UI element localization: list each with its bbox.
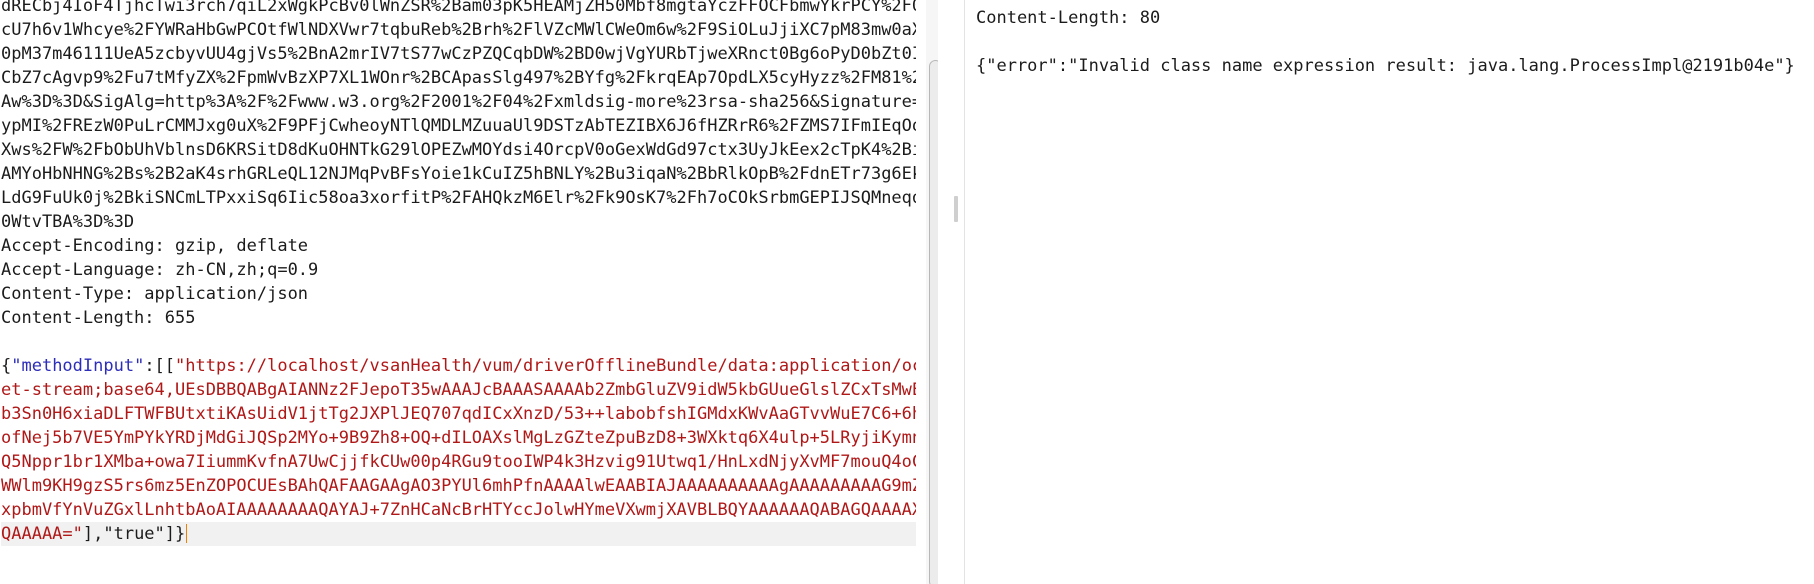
header-accept-language: Accept-Language: zh-CN,zh;q=0.9 bbox=[1, 260, 319, 280]
response-body: {"error":"Invalid class name expression … bbox=[976, 56, 1795, 76]
scrollbar-thumb[interactable] bbox=[929, 60, 938, 584]
response-text: Content-Length: 80 {"error":"Invalid cla… bbox=[976, 6, 1811, 78]
pane-splitter[interactable] bbox=[948, 0, 964, 584]
request-line: LdG9FuUk0j%2BkiSNCmLTPxxiSq6Iic58oa3xorf… bbox=[1, 188, 916, 208]
json-body-last-line: QAAAAA="],"true"]} bbox=[1, 522, 916, 546]
json-array-close: ],"true"]} bbox=[82, 524, 186, 544]
header-content-type: Content-Type: application/json bbox=[1, 284, 309, 304]
json-string-value: b3Sn0H6xiaDLFTWFBUtxtiKAsUidV1jtTg2JXPlJ… bbox=[1, 404, 916, 424]
json-string-value: xpbmVfYnVuZGxlLnhtbAoAIAAAAAAAAQAYAJ+7Zn… bbox=[1, 500, 916, 520]
header-accept-encoding: Accept-Encoding: gzip, deflate bbox=[1, 236, 309, 256]
request-line: ypMI%2FREzW0PuLrCMMJxg0uX%2F9PFjCwheoyNT… bbox=[1, 116, 916, 136]
text-caret bbox=[186, 524, 188, 543]
splitter-grip-icon[interactable] bbox=[954, 196, 958, 222]
response-header-content-length: Content-Length: 80 bbox=[976, 8, 1161, 28]
response-viewer[interactable]: Content-Length: 80 {"error":"Invalid cla… bbox=[964, 0, 1814, 584]
json-array-open: :[[ bbox=[144, 356, 176, 376]
request-line: Xws%2FW%2FbObUhVblnsD6KRSitD8dKuOHNTkG29… bbox=[1, 140, 916, 160]
json-string-value: Q5Nppr1br1XMba+owa7IiummKvfnA7UwCjjfkCUw… bbox=[1, 452, 916, 472]
request-line: cU7h6v1Whcye%2FYWRaHbGwPCOtfWlNDXVwr7tqb… bbox=[1, 20, 916, 40]
request-line: AMYoHbNHNG%2Bs%2B2aK4srhGRLeQL12NJMqPvBF… bbox=[1, 164, 916, 184]
json-body-line: {"methodInput":[["https://localhost/vsan… bbox=[1, 354, 916, 378]
json-string-value: QAAAAA=" bbox=[1, 524, 83, 544]
vertical-scrollbar[interactable] bbox=[926, 0, 938, 584]
json-string-value: ofNej5b7VE5YmPYkYRDjMdGiJQSp2MYo+9B9Zh8+… bbox=[1, 428, 916, 448]
json-open-brace: { bbox=[1, 356, 12, 376]
request-line: CbZ7cAgvp9%2Fu7tMfyZX%2FpmWvBzXP7XL1WOnr… bbox=[1, 68, 916, 88]
request-line: 0pM37m46111UeA5zcbyvUU4gjVs5%2BnA2mrIV7t… bbox=[1, 44, 916, 64]
request-text: dRECbj4IoF4TjhcTwi3rch7qiL2xWgkPcBv0lWnZ… bbox=[1, 0, 916, 546]
request-editor[interactable]: dRECbj4IoF4TjhcTwi3rch7qiL2xWgkPcBv0lWnZ… bbox=[0, 0, 938, 584]
json-key-methodinput: "methodInput" bbox=[11, 356, 145, 376]
json-string-value: WWlm9KH9gzS5rs6mz5EnZOPOCUEsBAhQAFAAGAAg… bbox=[1, 476, 916, 496]
json-string-value: "https://localhost/vsanHealth/vum/driver… bbox=[175, 356, 916, 376]
json-string-value: et-stream;base64,UEsDBBQABgAIANNz2FJepoT… bbox=[1, 380, 916, 400]
header-content-length: Content-Length: 655 bbox=[1, 308, 196, 328]
request-line: Aw%3D%3D&SigAlg=http%3A%2F%2Fwww.w3.org%… bbox=[1, 92, 916, 112]
request-line: 0WtvTBA%3D%3D bbox=[1, 212, 135, 232]
request-line: dRECbj4IoF4TjhcTwi3rch7qiL2xWgkPcBv0lWnZ… bbox=[1, 0, 916, 16]
